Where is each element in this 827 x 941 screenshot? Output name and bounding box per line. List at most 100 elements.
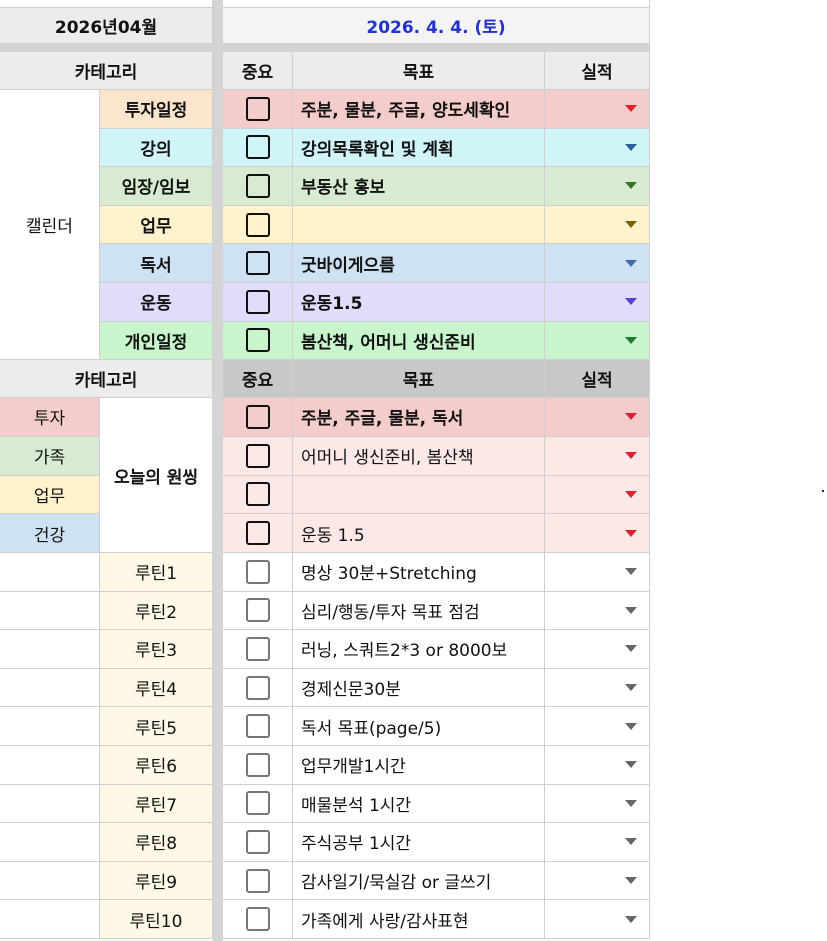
routine-goal-5[interactable]: 업무개발1시간 (293, 746, 545, 785)
calendar-importance-cell[interactable] (223, 90, 293, 129)
calendar-importance-cell[interactable] (223, 321, 293, 361)
routine-importance-cell[interactable] (223, 746, 293, 785)
importance-checkbox[interactable] (245, 404, 270, 429)
dropdown-arrow-icon[interactable] (625, 259, 637, 267)
importance-checkbox[interactable] (245, 443, 270, 468)
dropdown-arrow-icon[interactable] (625, 452, 637, 460)
calendar-importance-cell[interactable] (223, 205, 293, 245)
routine-result-cell[interactable] (545, 591, 650, 631)
routine-goal-8[interactable]: 감사일기/묵실감 or 글쓰기 (293, 861, 545, 901)
calendar-result-cell[interactable] (545, 205, 650, 245)
routine-importance-cell[interactable] (223, 591, 293, 631)
routine-result-cell[interactable] (545, 900, 650, 939)
dropdown-arrow-icon[interactable] (625, 221, 637, 229)
dropdown-arrow-icon[interactable] (625, 722, 637, 730)
one-thing-result-cell[interactable] (545, 475, 650, 515)
dropdown-arrow-icon[interactable] (625, 838, 637, 846)
calendar-goal-2[interactable]: 부동산 홍보 (293, 167, 545, 206)
one-thing-result-cell[interactable] (545, 398, 650, 437)
importance-checkbox[interactable] (245, 212, 270, 237)
one-thing-goal-3[interactable]: 운동 1.5 (293, 514, 545, 553)
routine-goal-1[interactable]: 심리/행동/투자 목표 점검 (293, 591, 545, 631)
dropdown-arrow-icon[interactable] (625, 490, 637, 498)
importance-checkbox[interactable] (245, 675, 270, 700)
month-header[interactable]: 2026년04월 (0, 8, 213, 44)
one-thing-goal-1[interactable]: 어머니 생신준비, 봄산책 (293, 436, 545, 476)
dropdown-arrow-icon[interactable] (625, 529, 637, 537)
importance-checkbox[interactable] (245, 96, 270, 121)
routine-importance-cell[interactable] (223, 823, 293, 862)
routine-importance-cell[interactable] (223, 707, 293, 746)
calendar-result-cell[interactable] (545, 167, 650, 206)
importance-checkbox[interactable] (245, 714, 270, 739)
calendar-result-cell[interactable] (545, 128, 650, 168)
routine-result-cell[interactable] (545, 707, 650, 746)
routine-result-cell[interactable] (545, 668, 650, 708)
date-header[interactable]: 2026. 4. 4. (토) (223, 8, 650, 44)
calendar-goal-5[interactable]: 운동1.5 (293, 283, 545, 322)
calendar-goal-6[interactable]: 봄산책, 어머니 생신준비 (293, 321, 545, 361)
importance-checkbox[interactable] (245, 868, 270, 893)
dropdown-arrow-icon[interactable] (625, 413, 637, 421)
dropdown-arrow-icon[interactable] (625, 799, 637, 807)
routine-importance-cell[interactable] (223, 630, 293, 669)
importance-checkbox[interactable] (245, 482, 270, 507)
routine-importance-cell[interactable] (223, 900, 293, 939)
calendar-goal-3[interactable] (293, 205, 545, 245)
dropdown-arrow-icon[interactable] (625, 877, 637, 885)
calendar-result-cell[interactable] (545, 321, 650, 361)
calendar-result-cell[interactable] (545, 244, 650, 283)
one-thing-goal-2[interactable] (293, 475, 545, 515)
dropdown-arrow-icon[interactable] (625, 645, 637, 653)
dropdown-arrow-icon[interactable] (625, 684, 637, 692)
one-thing-importance-cell[interactable] (223, 398, 293, 437)
calendar-result-cell[interactable] (545, 283, 650, 322)
calendar-importance-cell[interactable] (223, 167, 293, 206)
dropdown-arrow-icon[interactable] (625, 298, 637, 306)
routine-result-cell[interactable] (545, 823, 650, 862)
dropdown-arrow-icon[interactable] (625, 606, 637, 614)
routine-result-cell[interactable] (545, 861, 650, 901)
one-thing-result-cell[interactable] (545, 514, 650, 553)
importance-checkbox[interactable] (245, 559, 270, 584)
routine-result-cell[interactable] (545, 630, 650, 669)
dropdown-arrow-icon[interactable] (625, 915, 637, 923)
routine-goal-0[interactable]: 명상 30분+Stretching (293, 553, 545, 592)
importance-checkbox[interactable] (245, 791, 270, 816)
importance-checkbox[interactable] (245, 636, 270, 661)
one-thing-importance-cell[interactable] (223, 436, 293, 476)
dropdown-arrow-icon[interactable] (625, 761, 637, 769)
routine-importance-cell[interactable] (223, 553, 293, 592)
routine-importance-cell[interactable] (223, 861, 293, 901)
calendar-result-cell[interactable] (545, 90, 650, 129)
importance-checkbox[interactable] (245, 328, 270, 353)
calendar-importance-cell[interactable] (223, 244, 293, 283)
importance-checkbox[interactable] (245, 752, 270, 777)
importance-checkbox[interactable] (245, 289, 270, 314)
routine-goal-4[interactable]: 독서 목표(page/5) (293, 707, 545, 746)
one-thing-result-cell[interactable] (545, 436, 650, 476)
one-thing-goal-0[interactable]: 주분, 주글, 물분, 독서 (293, 398, 545, 437)
dropdown-arrow-icon[interactable] (625, 182, 637, 190)
one-thing-importance-cell[interactable] (223, 514, 293, 553)
calendar-importance-cell[interactable] (223, 128, 293, 168)
importance-checkbox[interactable] (245, 907, 270, 932)
one-thing-importance-cell[interactable] (223, 475, 293, 515)
dropdown-arrow-icon[interactable] (625, 568, 637, 576)
routine-goal-6[interactable]: 매물분석 1시간 (293, 784, 545, 824)
importance-checkbox[interactable] (245, 829, 270, 854)
dropdown-arrow-icon[interactable] (625, 105, 637, 113)
importance-checkbox[interactable] (245, 598, 270, 623)
routine-result-cell[interactable] (545, 784, 650, 824)
routine-goal-2[interactable]: 러닝, 스쿼트2*3 or 8000보 (293, 630, 545, 669)
calendar-goal-4[interactable]: 굿바이게으름 (293, 244, 545, 283)
importance-checkbox[interactable] (245, 135, 270, 160)
importance-checkbox[interactable] (245, 173, 270, 198)
importance-checkbox[interactable] (245, 521, 270, 546)
dropdown-arrow-icon[interactable] (625, 143, 637, 151)
routine-goal-3[interactable]: 경제신문30분 (293, 668, 545, 708)
routine-goal-7[interactable]: 주식공부 1시간 (293, 823, 545, 862)
routine-result-cell[interactable] (545, 746, 650, 785)
routine-goal-9[interactable]: 가족에게 사랑/감사표현 (293, 900, 545, 939)
calendar-importance-cell[interactable] (223, 283, 293, 322)
